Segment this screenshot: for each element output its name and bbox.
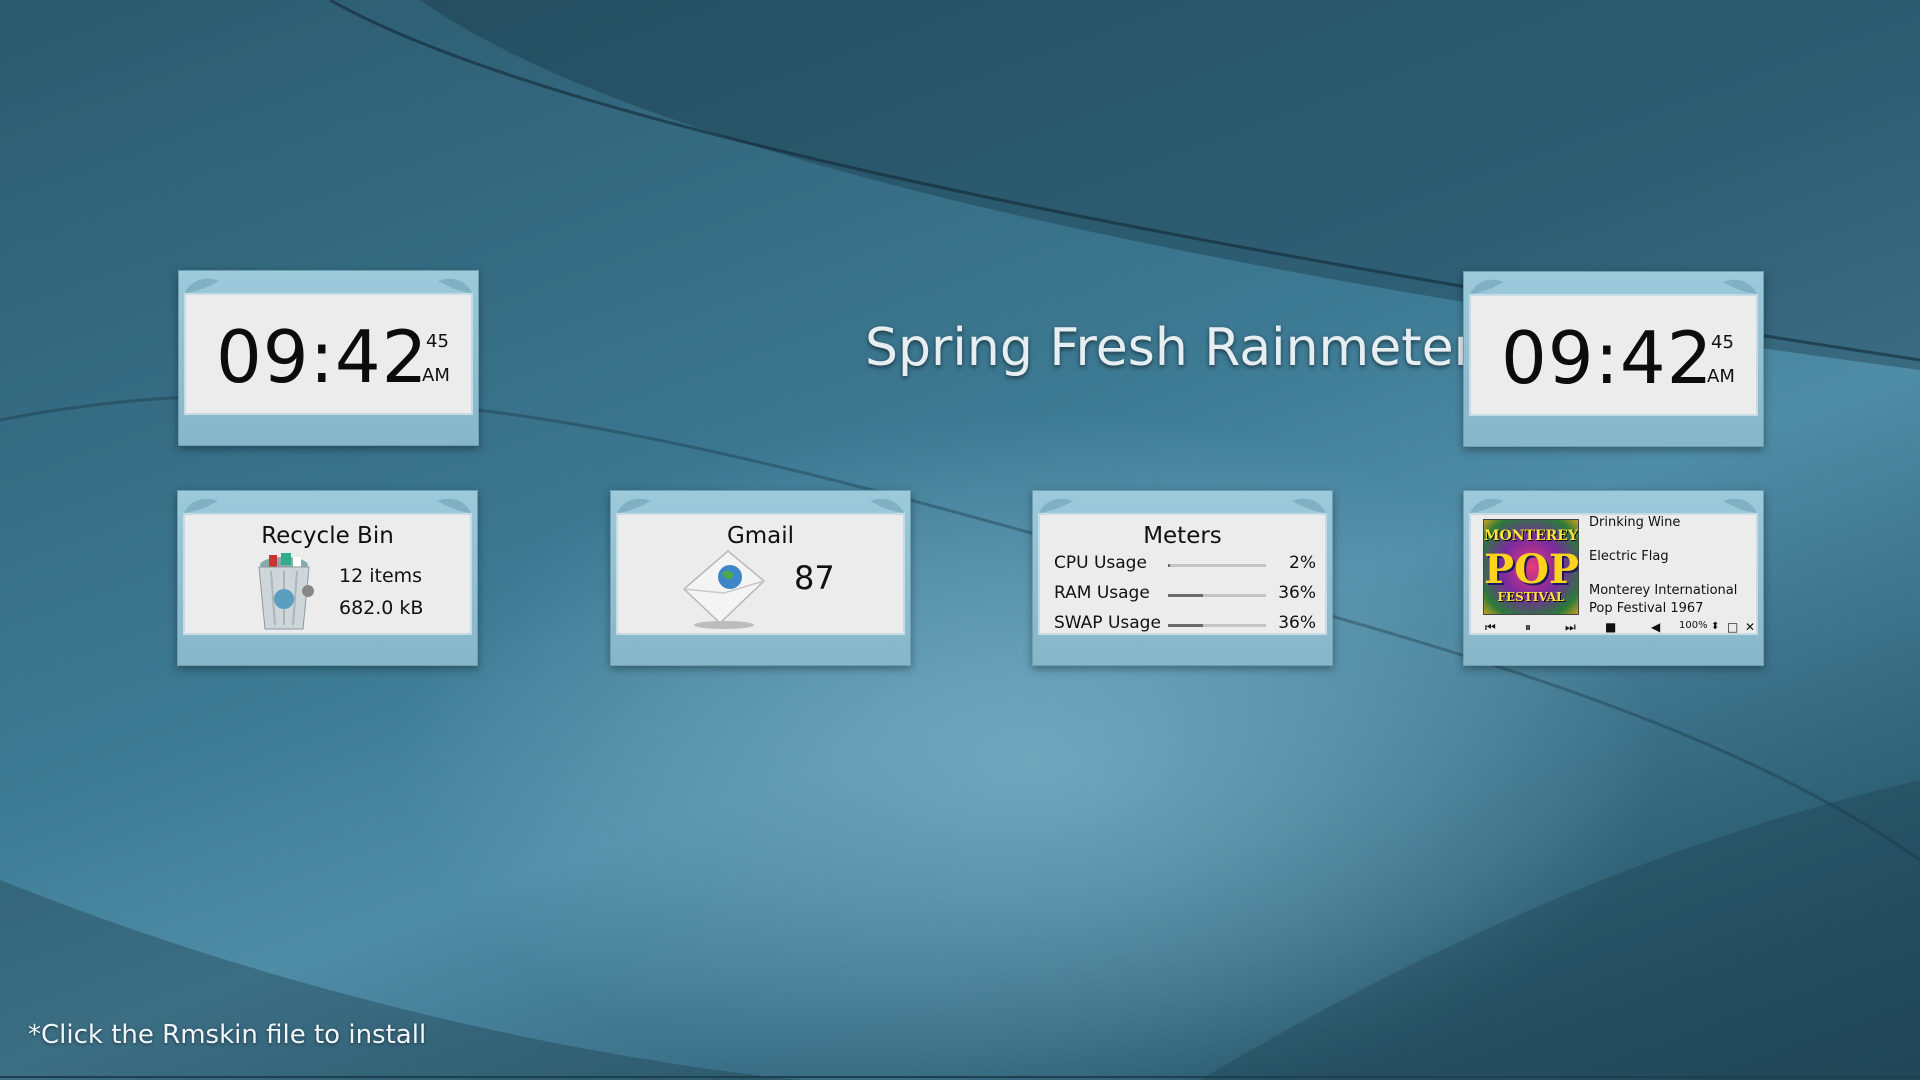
music-player-widget[interactable]: MONTEREY POP FESTIVAL Drinking Wine Elec… [1463,490,1764,666]
recycle-bin-panel: Recycle Bin 12 items 682.0 kB [183,513,472,635]
meter-value: 2% [1289,553,1316,573]
gmail-panel: Gmail 87 [616,513,905,635]
clock-ampm: AM [422,365,450,386]
pause-icon[interactable]: ⏸ [1525,619,1531,633]
volume-level: 100% [1679,620,1708,631]
previous-icon[interactable]: ⏮ [1485,619,1496,633]
meter-bar-fill [1168,564,1170,567]
album-art-bottom-text: FESTIVAL [1497,590,1565,604]
recycle-bin-size: 682.0 kB [339,597,424,619]
clock-time: 09:42 [1501,316,1714,400]
meters-title: Meters [1143,523,1222,549]
mail-envelope-icon[interactable] [680,545,770,631]
meter-bar [1168,624,1266,627]
gmail-unread-count: 87 [794,559,835,597]
album-art: MONTEREY POP FESTIVAL [1483,519,1579,615]
recycle-bin-items: 12 items [339,565,423,587]
recycle-bin-widget[interactable]: Recycle Bin 12 items 682.0 kB [177,490,478,666]
track-album-line2: Pop Festival 1967 [1589,601,1704,616]
clock-panel: 09:42 45 AM [1469,294,1758,416]
meters-widget[interactable]: Meters CPU Usage 2% RAM Usage 36% SWAP U… [1032,490,1333,666]
gmail-widget[interactable]: Gmail 87 [610,490,911,666]
clock-time: 09:42 [216,315,429,399]
clock-seconds: 45 [1711,332,1734,353]
meter-bar [1168,564,1266,567]
bottom-divider [0,1076,1920,1078]
volume-updown-icon[interactable]: ⬍ [1711,619,1719,633]
install-note: *Click the Rmskin file to install [28,1020,427,1050]
recycle-bin-icon[interactable] [251,551,321,633]
meter-row-swap: SWAP Usage 36% [1054,613,1316,633]
clock-widget-right[interactable]: 09:42 45 AM [1463,271,1764,447]
player-controls: ⏮ ⏸ ⏭ ■ ◀ 100% ⬍ □ ✕ [1481,619,1755,633]
clock-widget-left[interactable]: 09:42 45 AM [178,270,479,446]
clock-panel: 09:42 45 AM [184,293,473,415]
meter-row-ram: RAM Usage 36% [1054,583,1316,607]
track-title: Drinking Wine [1589,515,1681,530]
meter-label: CPU Usage [1054,553,1147,573]
clock-ampm: AM [1707,366,1735,387]
recycle-bin-title: Recycle Bin [261,523,394,549]
album-art-main-text: POP [1484,546,1579,593]
meter-bar-fill [1168,624,1204,627]
track-artist: Electric Flag [1589,549,1669,564]
track-album-line1: Monterey International [1589,583,1738,598]
clock-seconds: 45 [426,331,449,352]
volume-icon[interactable]: ◀ [1651,619,1660,633]
meter-value: 36% [1278,583,1316,603]
meter-row-cpu: CPU Usage 2% [1054,553,1316,577]
meter-bar [1168,594,1266,597]
window-icon[interactable]: □ [1727,619,1738,633]
album-art-top-text: MONTEREY [1484,528,1578,544]
meter-label: SWAP Usage [1054,613,1161,633]
next-icon[interactable]: ⏭ [1565,619,1576,633]
music-player-panel: MONTEREY POP FESTIVAL Drinking Wine Elec… [1469,513,1758,635]
meter-bar-fill [1168,594,1204,597]
close-icon[interactable]: ✕ [1745,619,1755,633]
stop-icon[interactable]: ■ [1605,619,1616,633]
meters-panel: Meters CPU Usage 2% RAM Usage 36% SWAP U… [1038,513,1327,635]
meter-label: RAM Usage [1054,583,1150,603]
meter-value: 36% [1278,613,1316,633]
